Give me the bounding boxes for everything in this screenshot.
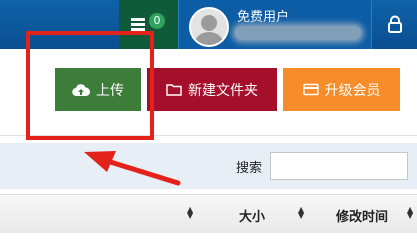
upgrade-membership-button-label: 升级会员 <box>324 82 381 99</box>
menu-toggle-button[interactable]: 0 <box>119 0 178 49</box>
sort-icon[interactable]: ▲ ▼ <box>187 206 193 220</box>
search-label: 搜索 <box>236 161 263 176</box>
new-folder-button[interactable]: 新建文件夹 <box>147 68 277 111</box>
hamburger-icon <box>131 18 145 31</box>
action-toolbar: 上传 新建文件夹 升级会员 <box>0 49 417 136</box>
search-input[interactable] <box>270 152 408 180</box>
upload-button[interactable]: 上传 <box>55 68 141 111</box>
avatar <box>189 7 229 47</box>
upgrade-membership-button[interactable]: 升级会员 <box>283 68 400 111</box>
top-navbar: 0 免费用户 <box>0 0 417 49</box>
sort-icon[interactable]: ▲ ▼ <box>407 206 413 220</box>
logout-button[interactable] <box>371 0 417 49</box>
username: 免费用户 <box>237 10 290 25</box>
notification-count-badge: 0 <box>149 13 165 29</box>
column-header-modified-time[interactable]: 修改时间 <box>336 206 388 225</box>
redacted-account-info <box>235 26 361 40</box>
new-folder-button-label: 新建文件夹 <box>188 82 258 99</box>
upload-button-label: 上传 <box>96 82 124 99</box>
lock-icon <box>388 15 402 33</box>
column-header-size[interactable]: 大小 <box>239 206 265 225</box>
folder-icon <box>166 83 182 96</box>
sort-icon[interactable]: ▲ ▼ <box>298 206 304 220</box>
cloud-upload-icon <box>72 83 90 97</box>
card-icon <box>302 83 319 96</box>
user-menu[interactable]: 免费用户 <box>178 0 371 49</box>
